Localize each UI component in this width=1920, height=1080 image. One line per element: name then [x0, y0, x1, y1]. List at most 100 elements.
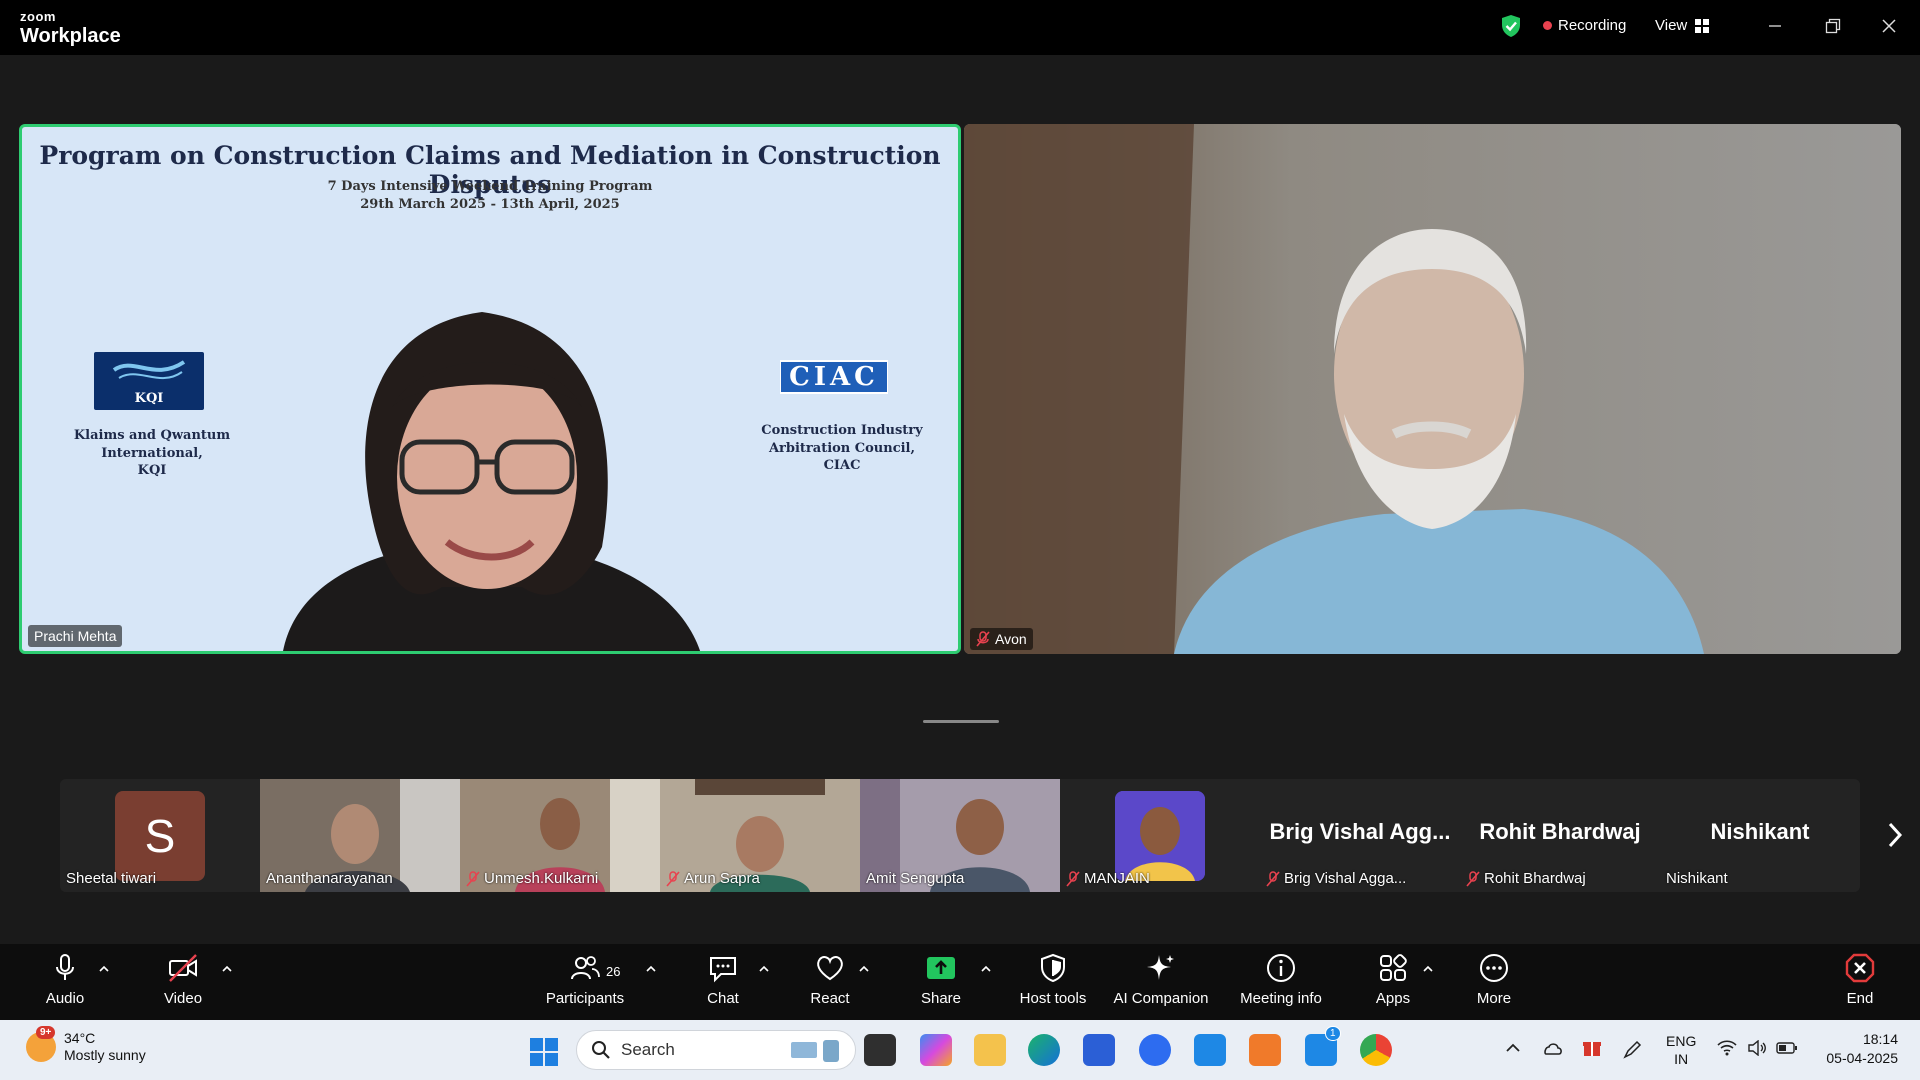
wifi-icon[interactable] — [1717, 1040, 1737, 1056]
browser-e-icon[interactable] — [1249, 1034, 1281, 1066]
gallery-name-tag: Ananthanarayanan — [266, 870, 393, 887]
minimize-button[interactable] — [1760, 12, 1790, 40]
copilot-icon[interactable] — [920, 1034, 952, 1066]
muted-mic-icon — [466, 870, 480, 887]
share-options-chevron-up-icon[interactable] — [980, 964, 992, 974]
ciac-logo: CIAC — [780, 360, 888, 394]
avatar: S — [115, 791, 205, 881]
slide-dates: 29th March 2025 - 13th April, 2025 — [360, 197, 620, 212]
mail-icon[interactable] — [1194, 1034, 1226, 1066]
participant-video-tile[interactable]: Avon — [964, 124, 1901, 654]
chat-label: Chat — [707, 990, 739, 1007]
participant-name-tag: Avon — [970, 628, 1033, 650]
participants-options-chevron-up-icon[interactable] — [645, 964, 657, 974]
search-icon — [592, 1041, 610, 1059]
audio-button[interactable]: Audio — [40, 952, 90, 1014]
battery-icon[interactable] — [1776, 1041, 1798, 1055]
audio-options-chevron-up-icon[interactable] — [98, 964, 110, 974]
gallery-tile[interactable]: MANJAIN — [1060, 779, 1260, 892]
gallery-tile[interactable]: Nishikant Nishikant — [1660, 779, 1860, 892]
gallery-tile[interactable]: Arun Sapra — [660, 779, 860, 892]
gallery-name-tag: Brig Vishal Agga... — [1266, 870, 1406, 887]
kqi-org-name: Klaims and Qwantum International, KQI — [67, 427, 237, 480]
task-view-icon[interactable] — [864, 1034, 896, 1066]
restore-icon — [1825, 18, 1841, 34]
app-brand: zoom Workplace — [20, 10, 121, 46]
ciac-org-line2: Arbitration Council, — [768, 440, 916, 456]
ai-companion-button[interactable]: AI Companion — [1109, 952, 1213, 1014]
view-button[interactable]: View — [1655, 17, 1710, 34]
participants-icon — [571, 956, 600, 980]
edge-browser-icon[interactable] — [1028, 1034, 1060, 1066]
more-button[interactable]: More — [1469, 952, 1519, 1014]
gift-app-icon[interactable] — [1582, 1038, 1602, 1058]
resize-handle[interactable] — [923, 720, 999, 723]
share-screen-icon — [927, 957, 955, 979]
participants-button[interactable]: Participants — [540, 952, 630, 1014]
chrome-icon[interactable] — [1360, 1034, 1392, 1066]
video-frame — [964, 124, 1901, 654]
file-explorer-icon[interactable] — [974, 1034, 1006, 1066]
chat-icon — [710, 957, 736, 983]
language-indicator[interactable]: ENG IN — [1666, 1032, 1696, 1068]
video-off-icon — [169, 954, 197, 982]
volume-icon[interactable] — [1747, 1040, 1767, 1056]
encryption-shield-icon[interactable] — [1500, 14, 1522, 38]
weather-widget[interactable]: 9+ 34°C Mostly sunny — [26, 1025, 146, 1064]
end-meeting-button[interactable]: End — [1835, 952, 1885, 1014]
muted-mic-icon — [1266, 870, 1280, 887]
host-tools-label: Host tools — [1019, 990, 1087, 1007]
muted-mic-icon — [666, 870, 680, 887]
onedrive-cloud-icon[interactable] — [1541, 1040, 1563, 1056]
gallery-next-arrow-icon[interactable] — [1885, 820, 1905, 850]
apps-options-chevron-up-icon[interactable] — [1422, 964, 1434, 974]
todo-icon[interactable]: 1 — [1305, 1026, 1341, 1066]
gallery-name: Sheetal tiwari — [66, 870, 157, 887]
ciac-logo-text: CIAC — [781, 362, 887, 392]
gallery-tile[interactable]: Brig Vishal Agg... Brig Vishal Agga... — [1260, 779, 1460, 892]
participants-label: Participants — [545, 990, 625, 1007]
microsoft-store-icon[interactable] — [1083, 1034, 1115, 1066]
restore-button[interactable] — [1818, 12, 1848, 40]
react-options-chevron-up-icon[interactable] — [858, 964, 870, 974]
share-button[interactable]: Share — [916, 952, 966, 1014]
close-button[interactable] — [1874, 12, 1904, 40]
share-label: Share — [920, 990, 962, 1007]
show-hidden-icons-chevron-icon[interactable] — [1505, 1042, 1521, 1054]
slide-subtitle: 7 Days Intensive Weekend Training Progra… — [327, 179, 653, 194]
participant-name: Prachi Mehta — [34, 628, 117, 644]
gallery-name-tag: MANJAIN — [1066, 870, 1150, 887]
search-highlight-icon — [791, 1040, 839, 1062]
video-options-chevron-up-icon[interactable] — [221, 964, 233, 974]
gallery-name-tag: Sheetal tiwari — [66, 870, 156, 887]
ciac-org-name: Construction Industry Arbitration Counci… — [757, 422, 927, 475]
meeting-info-button[interactable]: Meeting info — [1236, 952, 1326, 1014]
language-code: ENG — [1666, 1033, 1697, 1049]
host-tools-button[interactable]: Host tools — [1013, 952, 1093, 1014]
gallery-name: Amit Sengupta — [866, 870, 965, 887]
brand-title: Workplace — [20, 25, 121, 47]
pen-input-icon[interactable] — [1622, 1038, 1644, 1060]
apps-button[interactable]: Apps — [1368, 952, 1418, 1014]
muted-mic-icon — [976, 631, 990, 647]
gallery-tile[interactable]: S Sheetal tiwari — [60, 779, 260, 892]
weather-sun-icon: 9+ — [26, 1025, 56, 1062]
react-button[interactable]: React — [805, 952, 855, 1014]
gallery-tile[interactable]: Unmesh.Kulkarni — [460, 779, 660, 892]
heart-icon — [817, 956, 843, 981]
recording-indicator[interactable]: Recording — [1543, 17, 1626, 34]
video-button[interactable]: Video — [158, 952, 208, 1014]
system-clock[interactable]: 18:14 05-04-2025 — [1818, 1030, 1898, 1068]
taskbar-search-input[interactable]: Search — [576, 1030, 856, 1070]
gallery-tile[interactable]: Ananthanarayanan — [260, 779, 460, 892]
gallery-name: Ananthanarayanan — [266, 870, 393, 887]
zoom-app-icon[interactable] — [1139, 1034, 1171, 1066]
presenter-video-tile[interactable]: Program on Construction Claims and Media… — [19, 124, 961, 654]
chat-button[interactable]: Chat — [698, 952, 748, 1014]
windows-start-icon[interactable] — [529, 1037, 559, 1067]
chat-options-chevron-up-icon[interactable] — [758, 964, 770, 974]
gallery-name: Arun Sapra — [684, 870, 760, 887]
gallery-tile[interactable]: Rohit Bhardwaj Rohit Bhardwaj — [1460, 779, 1660, 892]
gallery-tile[interactable]: Amit Sengupta — [860, 779, 1060, 892]
participant-name: Avon — [995, 631, 1027, 647]
